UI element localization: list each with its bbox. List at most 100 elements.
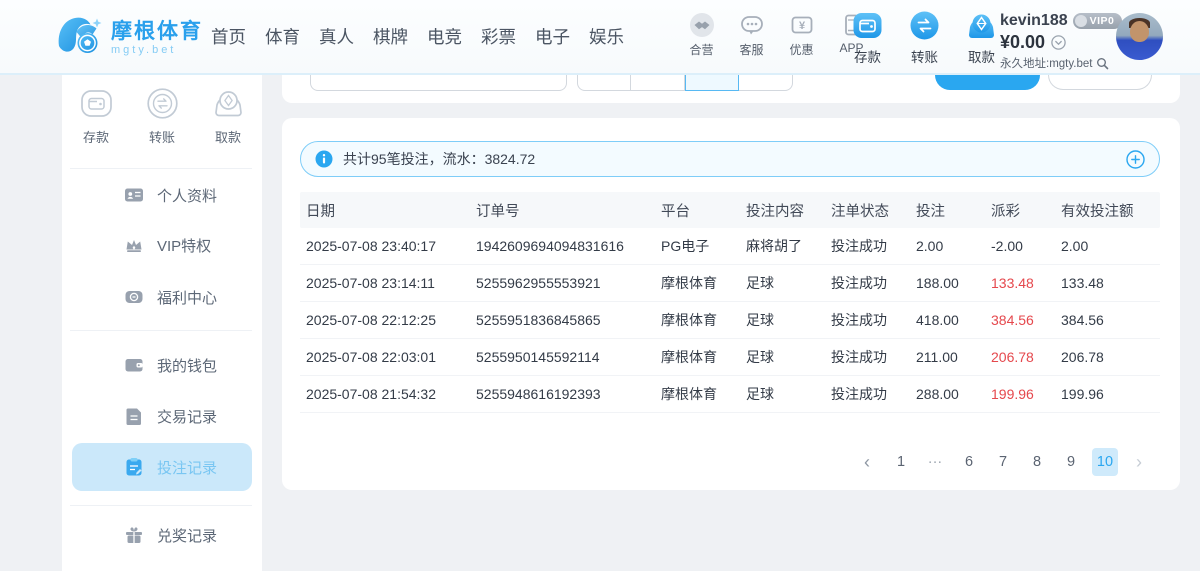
cell-valid: 133.48 bbox=[1055, 275, 1160, 291]
col-order: 订单号 bbox=[470, 200, 655, 221]
svg-text:¥: ¥ bbox=[798, 20, 805, 32]
segment-button[interactable] bbox=[631, 75, 685, 91]
vip-badge[interactable]: VIP0 bbox=[1073, 13, 1123, 29]
sidebar-item-wallet[interactable]: 我的钱包 bbox=[72, 341, 252, 389]
page-button-10-active[interactable]: 10 bbox=[1092, 448, 1118, 476]
support-link[interactable]: 客服 bbox=[731, 11, 772, 58]
deposit-label: 存款 bbox=[847, 46, 888, 66]
cell-platform: 摩根体育 bbox=[655, 347, 740, 367]
brand-logo[interactable]: 摩根体育 mgty.bet bbox=[55, 13, 203, 64]
sidebar-withdraw-button[interactable]: 取款 bbox=[203, 84, 253, 146]
nav-item-home[interactable]: 首页 bbox=[211, 24, 246, 49]
search-icon[interactable] bbox=[1096, 57, 1109, 70]
cell-content: 足球 bbox=[740, 384, 825, 404]
top-header: 摩根体育 mgty.bet 首页 体育 真人 棋牌 电竞 彩票 电子 娱乐 合营 bbox=[0, 0, 1200, 75]
withdraw-button[interactable]: 取款 bbox=[961, 9, 1002, 66]
deposit-button[interactable]: 存款 bbox=[847, 9, 888, 66]
page-button-9[interactable]: 9 bbox=[1058, 448, 1084, 476]
cell-status: 投注成功 bbox=[825, 236, 910, 256]
logo-title: 摩根体育 bbox=[111, 20, 203, 44]
crown-icon bbox=[124, 235, 144, 255]
sidebar-transfer-button[interactable]: 转账 bbox=[137, 84, 187, 146]
nav-item-live[interactable]: 真人 bbox=[319, 24, 354, 49]
username[interactable]: kevin188 bbox=[1000, 12, 1068, 30]
avatar[interactable] bbox=[1116, 13, 1163, 60]
info-icon bbox=[315, 150, 333, 168]
sidebar-deposit-button[interactable]: 存款 bbox=[71, 84, 121, 146]
page-button-6[interactable]: 6 bbox=[956, 448, 982, 476]
sidebar-item-profile-label: 个人资料 bbox=[157, 185, 217, 206]
sidebar-item-transactions-label: 交易记录 bbox=[157, 406, 217, 427]
permanent-url: 永久地址:mgty.bet bbox=[1000, 55, 1092, 71]
nav-item-entertainment[interactable]: 娱乐 bbox=[589, 24, 624, 49]
page-button-1[interactable]: 1 bbox=[888, 448, 914, 476]
balance-amount: ¥0.00 bbox=[1000, 32, 1045, 53]
user-info: kevin188 VIP0 ¥0.00 永久地址:mgty.bet bbox=[1000, 12, 1122, 71]
cell-payout: 206.78 bbox=[985, 349, 1055, 365]
prev-page-button[interactable]: ‹ bbox=[854, 448, 880, 476]
cell-status: 投注成功 bbox=[825, 384, 910, 404]
partner-label: 合营 bbox=[681, 41, 722, 58]
sidebar-item-profile[interactable]: 个人资料 bbox=[72, 171, 252, 219]
transfer-button[interactable]: 转账 bbox=[904, 9, 945, 66]
sidebar-divider bbox=[70, 330, 252, 331]
cell-order: 5255962955553921 bbox=[470, 275, 655, 291]
col-bet: 投注 bbox=[910, 200, 985, 221]
page-button-8[interactable]: 8 bbox=[1024, 448, 1050, 476]
cell-payout: 199.96 bbox=[985, 386, 1055, 402]
cell-valid: 2.00 bbox=[1055, 238, 1160, 254]
segment-button[interactable] bbox=[739, 75, 793, 91]
cell-date: 2025-07-08 22:03:01 bbox=[300, 349, 470, 365]
user-row-url: 永久地址:mgty.bet bbox=[1000, 55, 1122, 71]
support-label: 客服 bbox=[731, 41, 772, 58]
bet-records-table: 日期 订单号 平台 投注内容 注单状态 投注 派彩 有效投注额 2025-07-… bbox=[300, 192, 1160, 413]
col-valid: 有效投注额 bbox=[1055, 200, 1160, 221]
table-row: 2025-07-08 23:14:11 5255962955553921 摩根体… bbox=[300, 265, 1160, 302]
sidebar-item-vip[interactable]: VIP特权 bbox=[72, 221, 252, 269]
nav-item-sports[interactable]: 体育 bbox=[265, 24, 300, 49]
sidebar-item-prize-records-label: 兑奖记录 bbox=[157, 525, 217, 546]
partner-link[interactable]: 合营 bbox=[681, 11, 722, 58]
cell-bet: 188.00 bbox=[910, 275, 985, 291]
sidebar-transfer-label: 转账 bbox=[137, 127, 187, 146]
cell-content: 足球 bbox=[740, 273, 825, 293]
cell-payout: 133.48 bbox=[985, 275, 1055, 291]
sidebar-deposit-label: 存款 bbox=[71, 127, 121, 146]
sidebar-item-bet-records[interactable]: 投注记录 bbox=[72, 443, 252, 491]
plus-circle-icon[interactable] bbox=[1126, 150, 1145, 169]
sidebar-divider bbox=[70, 505, 252, 506]
sidebar: 存款 转账 取款 个人资料 bbox=[62, 75, 262, 571]
cell-payout: -2.00 bbox=[985, 238, 1055, 254]
cell-bet: 2.00 bbox=[910, 238, 985, 254]
reset-button[interactable] bbox=[1048, 75, 1152, 90]
avatar-face bbox=[1130, 21, 1149, 42]
pagination: ‹ 1 ··· 6 7 8 9 10 › bbox=[854, 448, 1152, 476]
cell-platform: PG电子 bbox=[655, 236, 740, 256]
balance-chevron-icon[interactable] bbox=[1051, 35, 1066, 50]
nav-item-esports[interactable]: 电竞 bbox=[427, 24, 462, 49]
logo-domain: mgty.bet bbox=[111, 44, 203, 57]
user-row-balance: ¥0.00 bbox=[1000, 32, 1122, 53]
sidebar-withdraw-label: 取款 bbox=[203, 127, 253, 146]
nav-item-slots[interactable]: 电子 bbox=[535, 24, 570, 49]
withdraw-outline-icon bbox=[203, 84, 253, 122]
date-range-input[interactable] bbox=[310, 75, 567, 91]
sidebar-item-prize-records[interactable]: 兑奖记录 bbox=[72, 511, 252, 559]
withdraw-label: 取款 bbox=[961, 46, 1002, 66]
promo-link[interactable]: ¥ 优惠 bbox=[781, 11, 822, 58]
nav-item-boardgames[interactable]: 棋牌 bbox=[373, 24, 408, 49]
handshake-icon bbox=[681, 11, 722, 39]
cell-bet: 418.00 bbox=[910, 312, 985, 328]
vip-badge-dot bbox=[1075, 15, 1087, 27]
segment-button-selected[interactable] bbox=[685, 75, 739, 91]
cell-order: 5255950145592114 bbox=[470, 349, 655, 365]
table-row: 2025-07-08 23:40:17 1942609694094831616 … bbox=[300, 228, 1160, 265]
next-page-button[interactable]: › bbox=[1126, 448, 1152, 476]
table-row: 2025-07-08 22:03:01 5255950145592114 摩根体… bbox=[300, 339, 1160, 376]
page-button-7[interactable]: 7 bbox=[990, 448, 1016, 476]
sidebar-item-welfare[interactable]: 福利中心 bbox=[72, 273, 252, 321]
search-button[interactable] bbox=[935, 75, 1040, 90]
sidebar-item-transactions[interactable]: 交易记录 bbox=[72, 392, 252, 440]
segment-button[interactable] bbox=[577, 75, 631, 91]
nav-item-lottery[interactable]: 彩票 bbox=[481, 24, 516, 49]
